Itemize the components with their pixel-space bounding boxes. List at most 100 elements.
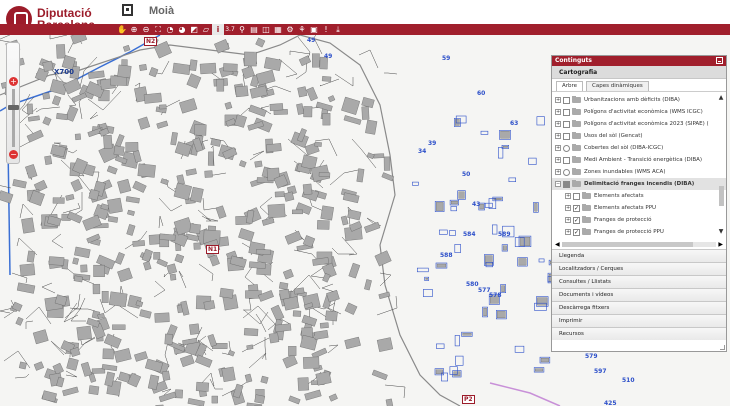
expand-icon[interactable]: − xyxy=(555,181,561,187)
accordion-item[interactable]: Descàrrega fitxers xyxy=(552,301,726,314)
hscroll-track[interactable] xyxy=(561,242,717,247)
zoom-extent-icon[interactable]: ⛶ xyxy=(152,24,164,35)
expand-icon[interactable]: + xyxy=(555,169,561,175)
zoom-prev-icon[interactable]: ◔ xyxy=(164,24,176,35)
layer-checkbox[interactable]: ✓ xyxy=(573,216,580,224)
building xyxy=(255,37,266,48)
download-icon[interactable]: ▣ xyxy=(308,24,320,35)
layer-row[interactable]: + Cobertes del sòl (DIBA-ICGC) xyxy=(552,142,726,154)
layer-row[interactable]: + Elements afectats xyxy=(552,190,726,202)
alert-icon[interactable]: ! xyxy=(320,24,332,35)
plot-outline xyxy=(384,72,398,75)
expand-icon[interactable]: + xyxy=(565,193,571,199)
ruler-icon[interactable]: ▱ xyxy=(200,24,212,35)
expand-icon[interactable]: + xyxy=(565,229,571,235)
parcel xyxy=(497,147,504,159)
building xyxy=(160,178,169,186)
zoom-slider[interactable]: + − xyxy=(6,42,20,164)
building xyxy=(216,79,225,92)
qr-code-icon[interactable] xyxy=(122,4,133,16)
layer-checkbox[interactable] xyxy=(563,168,570,176)
accordion-item[interactable]: Recursos xyxy=(552,327,726,340)
layer-row[interactable]: + Urbanitzacions amb dèficits (DIBA) xyxy=(552,94,726,106)
expand-icon[interactable]: + xyxy=(555,145,561,151)
expand-icon[interactable]: + xyxy=(555,121,561,127)
pan-icon[interactable]: ✋ xyxy=(116,24,128,35)
parcel-number: 425 xyxy=(604,400,617,406)
layer-checkbox[interactable] xyxy=(563,120,570,128)
building xyxy=(244,373,253,383)
scroll-right-icon[interactable]: ▶ xyxy=(718,241,723,248)
scroll-left-icon[interactable]: ◀ xyxy=(555,241,560,248)
tab-arbre[interactable]: Arbre xyxy=(556,81,584,91)
layer-row[interactable]: + Polígons d'activitat econòmica 2023 (SI… xyxy=(552,118,726,130)
building xyxy=(80,361,92,377)
layer-checkbox[interactable]: ✓ xyxy=(573,204,580,212)
info-icon[interactable]: i xyxy=(212,24,224,35)
layer-row[interactable]: + Polígons d'activitat econòmica (WMS ICG… xyxy=(552,106,726,118)
panel-header: Continguts xyxy=(552,56,726,66)
layer-label: Franges de protecció PPU xyxy=(594,229,664,235)
layer-row[interactable]: + ✓ Franges de protecció PPU xyxy=(552,226,726,238)
layer-checkbox[interactable] xyxy=(573,192,580,200)
expand-icon[interactable]: + xyxy=(555,109,561,115)
accordion-item[interactable]: Imprimir xyxy=(552,314,726,327)
minimize-icon[interactable] xyxy=(716,57,723,64)
building xyxy=(76,325,92,341)
export-icon[interactable]: ⤓ xyxy=(332,24,344,35)
scroll-thumb[interactable] xyxy=(719,186,724,206)
layer-checkbox[interactable] xyxy=(563,156,570,164)
expand-icon[interactable]: + xyxy=(555,157,561,163)
zoom-thumb[interactable] xyxy=(8,105,19,110)
accordion-item[interactable]: Consultes / Llistats xyxy=(552,275,726,288)
comment-icon[interactable]: ▤ xyxy=(248,24,260,35)
plot-outline xyxy=(314,138,338,157)
building xyxy=(315,371,332,386)
accordion-item[interactable]: Documents i vídeos xyxy=(552,288,726,301)
zoom-track[interactable] xyxy=(12,89,15,147)
layer-row[interactable]: + ✓ Franges de protecció xyxy=(552,214,726,226)
layer-row[interactable]: − Delimitació franges incendis (DIBA) xyxy=(552,178,726,190)
layer-row[interactable]: + Zones inundables (WMS ACA) xyxy=(552,166,726,178)
tab-capes-dinamiques[interactable]: Capes dinàmiques xyxy=(586,81,649,91)
expand-icon[interactable]: + xyxy=(555,97,561,103)
layer-checkbox[interactable] xyxy=(563,132,570,140)
accordion-item[interactable]: Localitzadors / Cerques xyxy=(552,262,726,275)
building xyxy=(107,216,119,223)
measure-icon[interactable]: ◩ xyxy=(188,24,200,35)
plot-outline xyxy=(158,215,164,229)
zoom-out-icon[interactable]: ⊖ xyxy=(140,24,152,35)
zoom-in-icon[interactable]: ⊕ xyxy=(128,24,140,35)
scroll-up-icon[interactable]: ▲ xyxy=(717,94,725,102)
accordion-item[interactable]: Llegenda xyxy=(552,249,726,262)
share-icon[interactable]: ⚘ xyxy=(296,24,308,35)
building xyxy=(125,196,140,204)
layer-row[interactable]: + ✓ Elements afectats PPU xyxy=(552,202,726,214)
layer-checkbox[interactable] xyxy=(563,96,570,104)
print-icon[interactable]: ▦ xyxy=(272,24,284,35)
locate-icon[interactable]: ⚲ xyxy=(236,24,248,35)
section-cartografia[interactable]: Cartografia xyxy=(552,66,726,79)
layer-row[interactable]: + Medi Ambient - Transició energètica (DI… xyxy=(552,154,726,166)
zoom-next-icon[interactable]: ◕ xyxy=(176,24,188,35)
settings-icon[interactable]: ⚙ xyxy=(284,24,296,35)
layers-icon[interactable]: ◫ xyxy=(260,24,272,35)
layer-row[interactable]: +✓Vegetació a tractar xyxy=(552,238,726,240)
expand-icon[interactable]: + xyxy=(555,133,561,139)
layer-checkbox[interactable] xyxy=(563,180,570,188)
tree-hscrollbar[interactable]: ◀ ▶ xyxy=(552,240,726,249)
zoom-minus-button[interactable]: − xyxy=(9,150,18,159)
expand-icon[interactable]: + xyxy=(565,217,571,223)
layer-checkbox[interactable] xyxy=(563,108,570,116)
scroll-down-icon[interactable]: ▼ xyxy=(717,228,725,236)
layer-checkbox[interactable]: ✓ xyxy=(573,228,580,236)
layer-row[interactable]: + Usos del sòl (Gencat) xyxy=(552,130,726,142)
zoom-plus-button[interactable]: + xyxy=(9,77,18,86)
layer-checkbox[interactable] xyxy=(563,144,570,152)
building xyxy=(340,215,349,226)
plot-outline xyxy=(327,344,339,354)
expand-icon[interactable]: + xyxy=(565,205,571,211)
resize-grip-icon[interactable] xyxy=(720,345,725,350)
folder-icon xyxy=(572,180,581,187)
tree-scrollbar[interactable]: ▲ ▼ xyxy=(717,94,725,236)
